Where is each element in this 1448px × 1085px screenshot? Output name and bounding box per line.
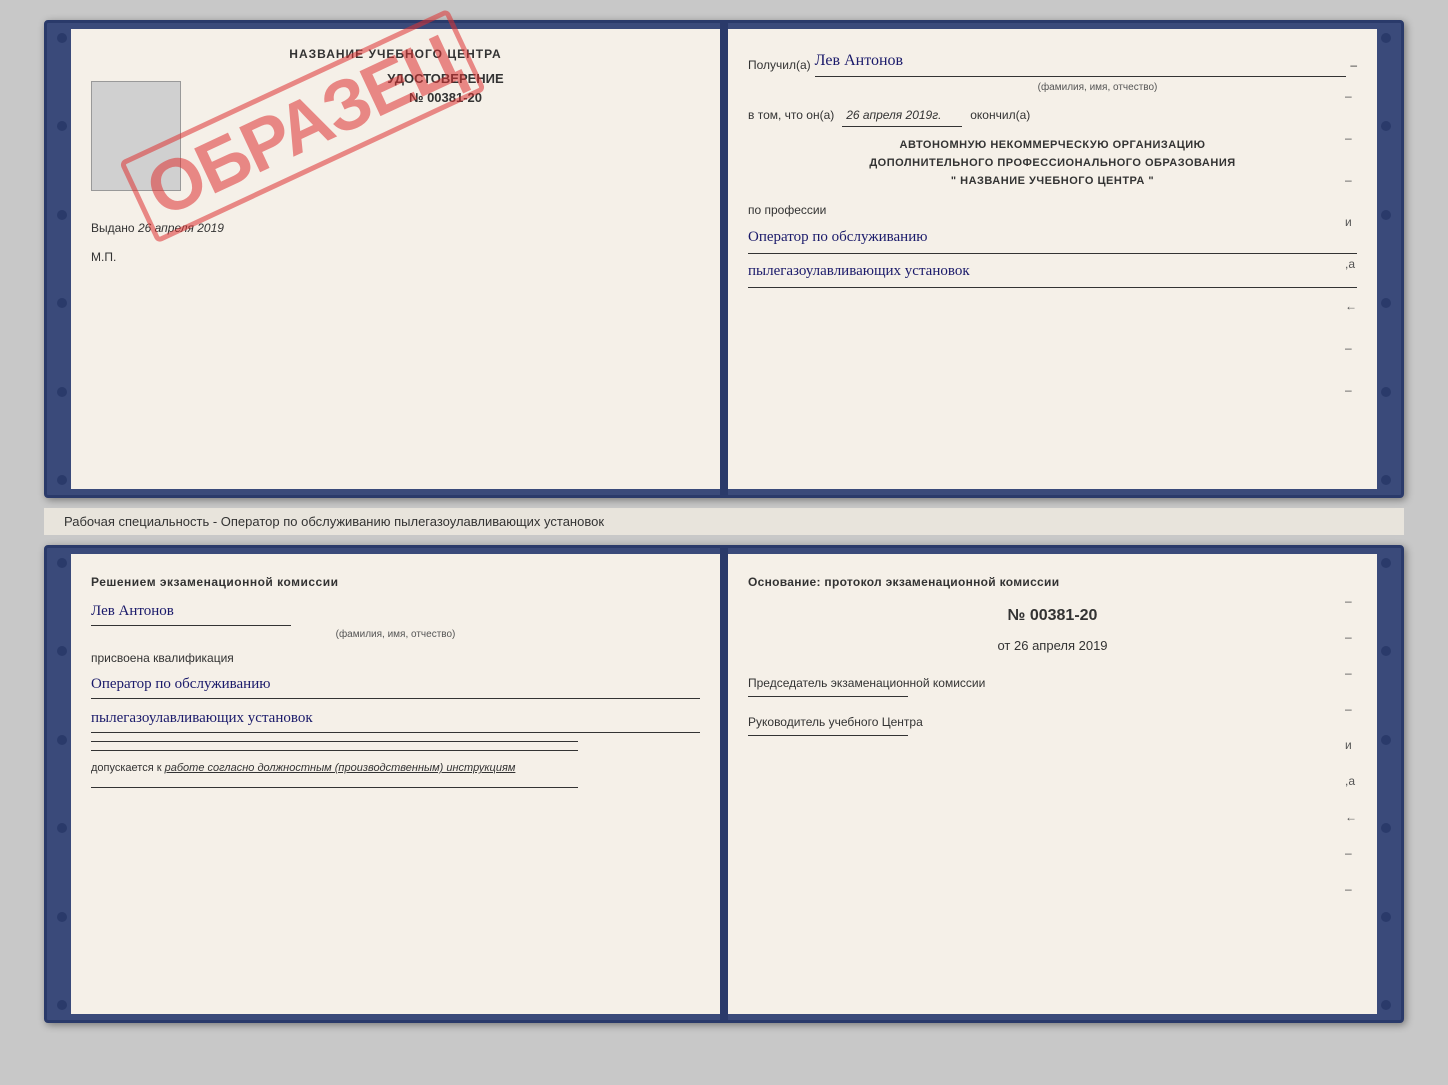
chairman-label: Председатель экзаменационной комиссии xyxy=(748,674,1357,692)
left-binding xyxy=(53,29,71,489)
recipient-line: Получил(а) Лев Антонов – xyxy=(748,47,1357,77)
binding-dot xyxy=(1381,210,1391,220)
org-block: АВТОНОМНУЮ НЕКОММЕРЧЕСКУЮ ОРГАНИЗАЦИЮ ДО… xyxy=(748,137,1357,190)
binding-dot xyxy=(57,121,67,131)
bottom-document-book: Решением экзаменационной комиссии Лев Ан… xyxy=(44,545,1404,1023)
poluchil-label: Получил(а) xyxy=(748,55,811,77)
cert-mp: М.П. xyxy=(91,250,700,264)
binding-dot xyxy=(57,912,67,922)
commission-title: Решением экзаменационной комиссии xyxy=(91,572,700,594)
dopuskaetsya-value: работе согласно должностным (производств… xyxy=(165,762,516,774)
blank-line-3 xyxy=(91,787,578,788)
top-document-book: НАЗВАНИЕ УЧЕБНОГО ЦЕНТРА ОБРАЗЕЦ УДОСТОВ… xyxy=(44,20,1404,498)
binding-dot xyxy=(57,1000,67,1010)
binding-dot xyxy=(1381,823,1391,833)
binding-dot xyxy=(57,558,67,568)
protocol-date: от 26 апреля 2019 xyxy=(748,634,1357,657)
bottom-left-page: Решением экзаменационной комиссии Лев Ан… xyxy=(71,554,720,1014)
top-right-page: Получил(а) Лев Антонов – (фамилия, имя, … xyxy=(728,29,1377,489)
completion-date: 26 апреля 2019г. xyxy=(842,105,962,128)
binding-dot xyxy=(57,33,67,43)
blank-line-2 xyxy=(91,750,578,751)
bottom-fio-label: (фамилия, имя, отчество) xyxy=(91,626,700,644)
binding-dot xyxy=(1381,735,1391,745)
binding-dot xyxy=(57,475,67,485)
binding-dot xyxy=(57,646,67,656)
binding-dot xyxy=(1381,1000,1391,1010)
org-line2: ДОПОЛНИТЕЛЬНОГО ПРОФЕССИОНАЛЬНОГО ОБРАЗО… xyxy=(748,155,1357,173)
bottom-right-binding xyxy=(1377,554,1395,1014)
bottom-right-content: Основание: протокол экзаменационной коми… xyxy=(748,572,1357,736)
blank-line-1 xyxy=(91,741,578,742)
dopuskaetsya-label: допускается к xyxy=(91,762,162,774)
osnov-title: Основание: протокол экзаменационной коми… xyxy=(748,572,1357,594)
chairman-block: Председатель экзаменационной комиссии xyxy=(748,674,1357,697)
org-line3: " НАЗВАНИЕ УЧЕБНОГО ЦЕНТРА " xyxy=(748,173,1357,191)
qualification-label: присвоена квалификация xyxy=(91,648,700,670)
vydano-label: Выдано xyxy=(91,221,135,235)
bottom-right-page: Основание: протокол экзаменационной коми… xyxy=(728,554,1377,1014)
binding-dot xyxy=(1381,298,1391,308)
profession-line1: Оператор по обслуживанию xyxy=(748,224,1357,254)
binding-dot xyxy=(1381,121,1391,131)
vtom-label: в том, что он(а) xyxy=(748,105,834,127)
right-binding xyxy=(1377,29,1395,489)
dash-after-name: – xyxy=(1350,55,1357,77)
okonchil-label: окончил(а) xyxy=(970,105,1030,127)
binding-dot xyxy=(57,735,67,745)
chairman-signature-line xyxy=(748,696,908,697)
profession-line2: пылегазоулавливающих установок xyxy=(748,258,1357,288)
right-dashes-top: – – – и ,а ← – – xyxy=(1345,89,1357,397)
right-dashes-bottom: – – – – и ,а ← – – xyxy=(1345,594,1357,896)
page-container: НАЗВАНИЕ УЧЕБНОГО ЦЕНТРА ОБРАЗЕЦ УДОСТОВ… xyxy=(20,20,1428,1023)
bottom-date-value: 26 апреля 2019 xyxy=(1014,638,1108,653)
qualification-line1: Оператор по обслуживанию xyxy=(91,671,700,699)
date-line: в том, что он(а) 26 апреля 2019г. окончи… xyxy=(748,105,1357,128)
binding-dot xyxy=(57,387,67,397)
binding-dot xyxy=(1381,912,1391,922)
ot-label: от xyxy=(997,638,1010,653)
director-block: Руководитель учебного Центра xyxy=(748,713,1357,736)
binding-dot xyxy=(57,298,67,308)
binding-dot xyxy=(57,823,67,833)
binding-dot xyxy=(1381,387,1391,397)
director-label: Руководитель учебного Центра xyxy=(748,713,1357,731)
binding-dot xyxy=(1381,558,1391,568)
protocol-number: № 00381-20 xyxy=(748,602,1357,631)
org-line1: АВТОНОМНУЮ НЕКОММЕРЧЕСКУЮ ОРГАНИЗАЦИЮ xyxy=(748,137,1357,155)
recipient-name: Лев Антонов xyxy=(815,47,1347,77)
fio-label: (фамилия, имя, отчество) xyxy=(748,79,1357,97)
middle-label: Рабочая специальность - Оператор по обсл… xyxy=(44,508,1404,535)
bottom-left-binding xyxy=(53,554,71,1014)
binding-dot xyxy=(1381,646,1391,656)
dopuskaetsya-line: допускается к работе согласно должностны… xyxy=(91,759,700,779)
director-signature-line xyxy=(748,735,908,736)
profession-label: по профессии xyxy=(748,200,1357,222)
binding-dot xyxy=(57,210,67,220)
top-left-page: НАЗВАНИЕ УЧЕБНОГО ЦЕНТРА ОБРАЗЕЦ УДОСТОВ… xyxy=(71,29,720,489)
bottom-left-content: Решением экзаменационной комиссии Лев Ан… xyxy=(91,572,700,788)
binding-dot xyxy=(1381,33,1391,43)
qualification-line2: пылегазоулавливающих установок xyxy=(91,705,700,733)
bottom-person-name: Лев Антонов xyxy=(91,598,291,626)
right-page-content: Получил(а) Лев Антонов – (фамилия, имя, … xyxy=(748,47,1357,288)
binding-dot xyxy=(1381,475,1391,485)
